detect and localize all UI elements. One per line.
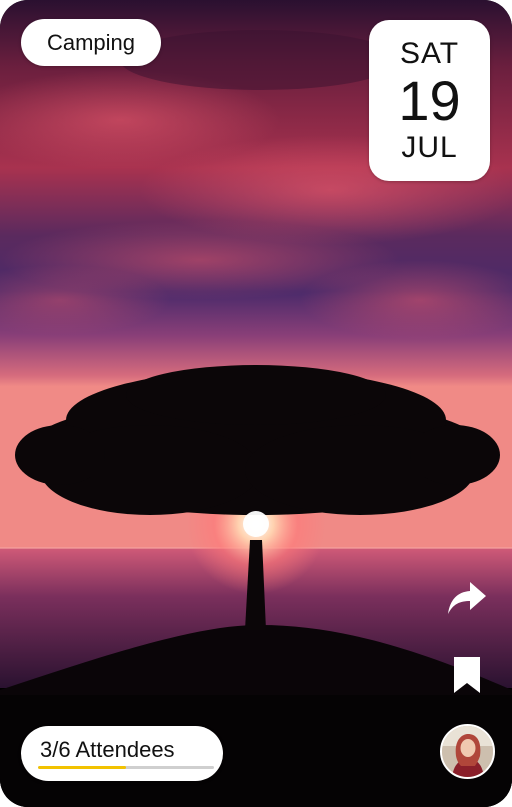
date-month: JUL [401,130,458,164]
bookmark-icon [454,657,480,693]
share-arrow-icon [448,582,486,614]
category-chip[interactable]: Camping [21,19,161,66]
date-number: 19 [398,68,461,132]
date-badge: SAT 19 JUL [369,20,490,181]
avatar-image [442,726,493,777]
date-day: SAT [399,36,460,70]
attendees-progress-track [38,766,214,769]
share-button[interactable] [446,578,488,618]
attendees-progress-fill [38,766,126,769]
event-card[interactable]: Camping SAT 19 JUL 3/6 Attendees [0,0,512,807]
bookmark-button[interactable] [451,655,483,695]
attendees-label: 3/6 Attendees [40,737,175,762]
category-label: Camping [46,29,136,55]
attendees-chip[interactable]: 3/6 Attendees [21,726,223,781]
host-avatar[interactable] [440,724,495,779]
